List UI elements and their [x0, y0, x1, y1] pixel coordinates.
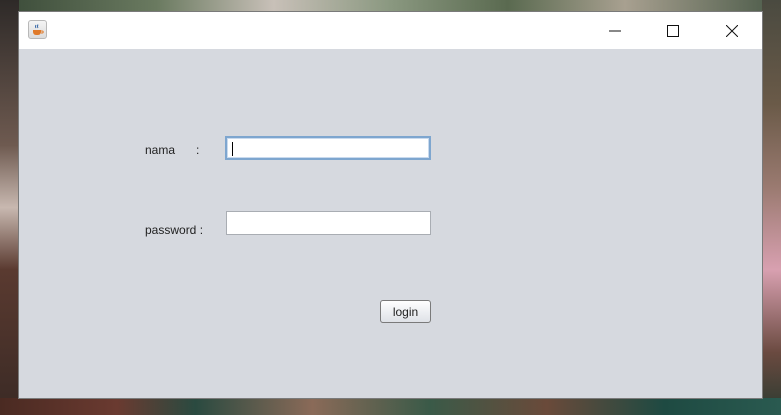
close-button[interactable]: [703, 12, 761, 49]
maximize-icon: [667, 24, 679, 37]
java-coffee-icon[interactable]: [28, 20, 47, 39]
desktop-background-bottom: [0, 398, 781, 415]
minimize-icon: [609, 30, 621, 31]
password-input[interactable]: [226, 211, 431, 235]
login-button[interactable]: login: [380, 300, 431, 323]
nama-input[interactable]: [225, 136, 431, 160]
login-window: nama : password : login: [19, 12, 762, 398]
title-bar[interactable]: [19, 12, 762, 49]
minimize-button[interactable]: [586, 12, 644, 49]
desktop-background-left: [0, 0, 19, 415]
desktop-background-right: [762, 0, 781, 415]
text-caret: [232, 142, 233, 156]
nama-colon: :: [196, 143, 200, 157]
maximize-button[interactable]: [644, 12, 702, 49]
password-label: password :: [145, 223, 204, 237]
desktop-background-top: [0, 0, 781, 12]
form-panel: nama : password : login: [19, 49, 762, 398]
close-icon: [726, 24, 738, 37]
nama-label: nama: [145, 143, 176, 157]
